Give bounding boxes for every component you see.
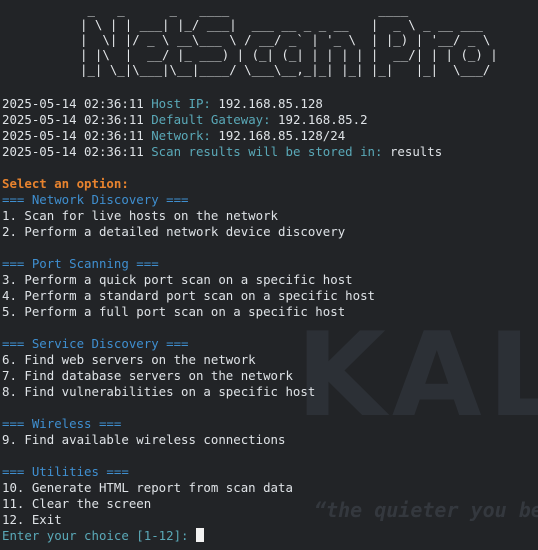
info-key: Default Gateway: bbox=[151, 112, 271, 127]
info-value: 192.168.85.128/24 bbox=[218, 128, 346, 143]
info-key: Scan results will be stored in: bbox=[151, 144, 383, 159]
menu-option-6: 6. Find web servers on the network bbox=[2, 352, 256, 367]
menu-prompt: Select an option: bbox=[2, 176, 129, 191]
section-title-service-discovery: === Service Discovery === bbox=[2, 336, 189, 351]
menu-option-2: 2. Perform a detailed network device dis… bbox=[2, 224, 346, 239]
section-title-wireless: === Wireless === bbox=[2, 416, 122, 431]
section-title-utilities: === Utilities === bbox=[2, 464, 129, 479]
timestamp: 2025-05-14 02:36:11 bbox=[2, 112, 144, 127]
menu-option-5: 5. Perform a full port scan on a specifi… bbox=[2, 304, 346, 319]
menu-option-10: 10. Generate HTML report from scan data bbox=[2, 480, 293, 495]
input-prompt: Enter your choice [1-12]: bbox=[2, 528, 196, 543]
info-key: Network: bbox=[151, 128, 211, 143]
menu-option-12: 12. Exit bbox=[2, 512, 62, 527]
info-line-results-dir: 2025-05-14 02:36:11 Scan results will be… bbox=[2, 144, 538, 160]
text-cursor[interactable] bbox=[195, 528, 204, 542]
info-value: 192.168.85.2 bbox=[278, 112, 368, 127]
info-line-network: 2025-05-14 02:36:11 Network: 192.168.85.… bbox=[2, 128, 538, 144]
section-title-port-scanning: === Port Scanning === bbox=[2, 256, 159, 271]
info-line-gateway: 2025-05-14 02:36:11 Default Gateway: 192… bbox=[2, 112, 538, 128]
info-value: 192.168.85.128 bbox=[218, 96, 323, 111]
menu-option-4: 4. Perform a standard port scan on a spe… bbox=[2, 288, 375, 303]
menu-option-11: 11. Clear the screen bbox=[2, 496, 152, 511]
timestamp: 2025-05-14 02:36:11 bbox=[2, 96, 144, 111]
info-value: results bbox=[389, 144, 443, 159]
info-line-host-ip: 2025-05-14 02:36:11 Host IP: 192.168.85.… bbox=[2, 96, 538, 112]
input-line[interactable]: Enter your choice [1-12]: bbox=[2, 528, 538, 544]
terminal-output: 2025-05-14 02:36:11 Host IP: 192.168.85.… bbox=[2, 96, 538, 544]
netscan-pro-ascii-banner: _ _ _ ____ ____ | \ | | ___| |_/ ___| __… bbox=[80, 2, 498, 77]
terminal-window[interactable]: KALI “the quieter you become, the more y… bbox=[0, 0, 538, 550]
timestamp: 2025-05-14 02:36:11 bbox=[2, 144, 144, 159]
menu-option-1: 1. Scan for live hosts on the network bbox=[2, 208, 279, 223]
menu-option-8: 8. Find vulnerabilities on a specific ho… bbox=[2, 384, 316, 399]
menu-option-7: 7. Find database servers on the network bbox=[2, 368, 293, 383]
menu-option-3: 3. Perform a quick port scan on a specif… bbox=[2, 272, 353, 287]
section-title-network-discovery: === Network Discovery === bbox=[2, 192, 189, 207]
info-key: Host IP: bbox=[151, 96, 211, 111]
timestamp: 2025-05-14 02:36:11 bbox=[2, 128, 144, 143]
menu-option-9: 9. Find available wireless connections bbox=[2, 432, 286, 447]
